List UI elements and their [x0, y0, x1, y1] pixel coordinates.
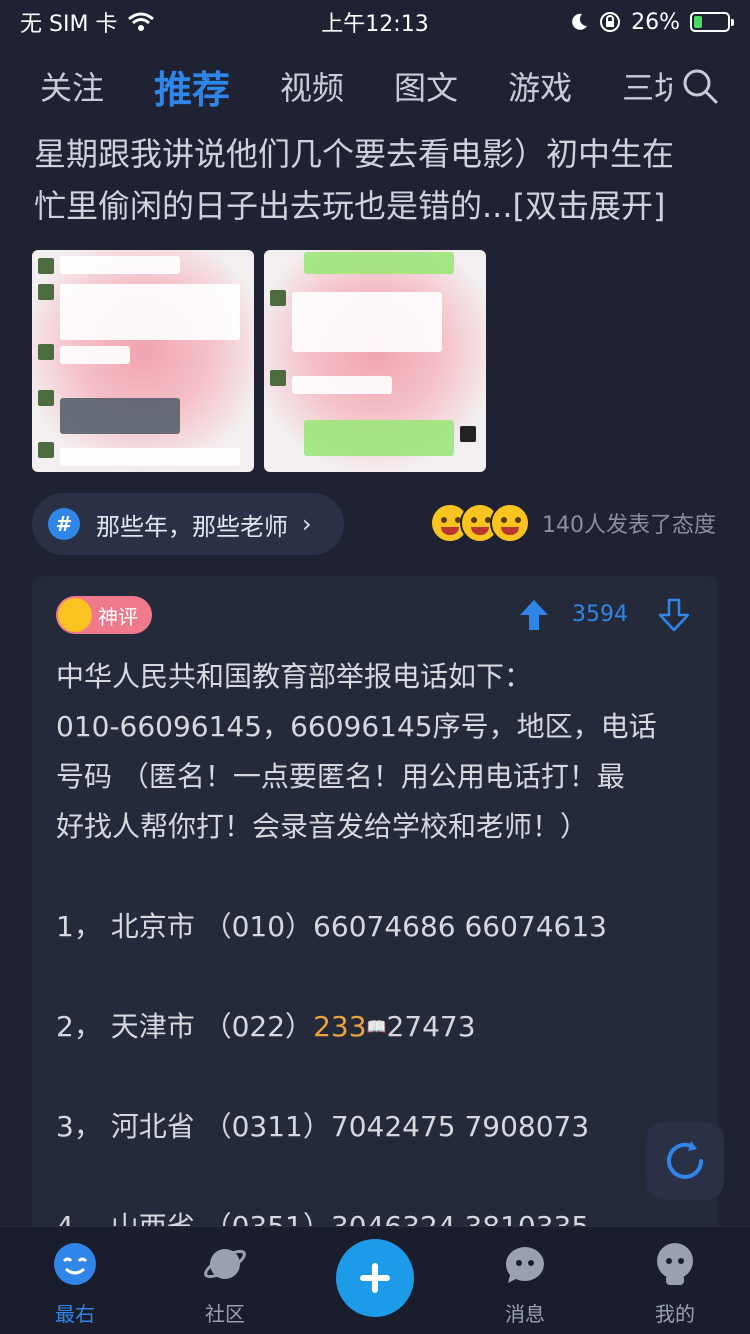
tab-follow[interactable]: 关注: [40, 63, 104, 109]
hashtag-icon: #: [48, 508, 80, 540]
post-image[interactable]: [264, 250, 486, 472]
home-face-icon: [54, 1243, 96, 1285]
orientation-lock-icon: [600, 12, 621, 32]
crazy-emoji-icon: [490, 503, 530, 543]
comment-line: 1， 北京市 （010）66074686 66074613: [56, 910, 607, 943]
wifi-icon: [128, 12, 155, 31]
battery-percent: 26%: [631, 9, 680, 35]
highlighted-number-link[interactable]: 233: [313, 1010, 366, 1043]
tab-games[interactable]: 游戏: [508, 63, 572, 109]
plus-icon: [360, 1263, 390, 1293]
comment-line: [56, 1052, 696, 1102]
tab-sankeng[interactable]: 三坑: [622, 63, 672, 109]
comment-line: 号码 （匿名！一点要匿名！用公用电话打！最: [56, 760, 625, 793]
smiley-icon: [58, 598, 92, 632]
comment-line: [56, 1152, 696, 1202]
status-bar: 无 SIM 卡 上午12:13 26%: [0, 0, 750, 44]
god-comment-badge: 神评: [56, 596, 152, 634]
post-text[interactable]: 星期跟我讲说他们几个要去看电影）初中生在 忙里偷闲的日子出去玩也是错的...[双…: [34, 128, 724, 232]
create-post-button[interactable]: [336, 1239, 414, 1317]
nav-label: 最右: [55, 1302, 95, 1326]
reaction-count: 140人发表了态度: [542, 513, 716, 538]
comment-line: 010-66096145，66096145序号，地区，电话: [56, 710, 657, 743]
nav-item-profile[interactable]: 我的: [625, 1241, 725, 1327]
nav-label: 社区: [205, 1302, 245, 1326]
upvote-arrow-icon[interactable]: [518, 598, 550, 632]
comment-line: [56, 852, 696, 902]
status-right: 26%: [569, 9, 734, 35]
top-tabs: 关注 推荐 视频 图文 游戏 三坑: [0, 50, 750, 122]
comment-line-prefix: 2， 天津市 （022）: [56, 1010, 314, 1043]
comment-body: 中华人民共和国教育部举报电话如下： 010-66096145，66096145序…: [56, 652, 696, 1236]
comment-line: [56, 952, 696, 1002]
nav-label: 消息: [505, 1302, 545, 1326]
carrier-label: 无 SIM 卡: [20, 12, 118, 37]
topic-chip[interactable]: # 那些年，那些老师 ›: [32, 493, 344, 555]
search-icon[interactable]: [680, 66, 720, 106]
tab-image-text[interactable]: 图文: [394, 63, 458, 109]
topic-label: 那些年，那些老师: [96, 512, 288, 541]
tab-video[interactable]: 视频: [280, 63, 344, 109]
planet-icon: [204, 1249, 246, 1279]
moon-icon: [572, 13, 588, 30]
chevron-right-icon: ›: [302, 510, 312, 538]
badge-label: 神评: [98, 604, 138, 629]
battery-icon: [690, 12, 734, 32]
profile-icon: [657, 1243, 693, 1285]
reactions[interactable]: 140人发表了态度: [430, 503, 716, 543]
comment-line-suffix: 27473: [386, 1010, 476, 1043]
post-text-line: 星期跟我讲说他们几个要去看电影）初中生在: [34, 135, 675, 173]
refresh-icon: [667, 1141, 703, 1179]
top-comment-card[interactable]: 神评 3594 中华人民共和国教育部举报电话如下： 010-66096145，6…: [32, 576, 718, 1236]
comment-line: 好找人帮你打！会录音发给学校和老师！）: [56, 810, 589, 843]
chat-bubble-icon: [505, 1247, 544, 1283]
bottom-nav: 最右 社区 消息 我的: [0, 1226, 750, 1334]
nav-item-community[interactable]: 社区: [175, 1241, 275, 1327]
refresh-button[interactable]: [646, 1122, 724, 1200]
tab-recommend[interactable]: 推荐: [154, 59, 230, 114]
nav-item-home[interactable]: 最右: [25, 1241, 125, 1327]
comment-line-tianjin: 2， 天津市 （022）233📖27473: [56, 1002, 696, 1052]
post-images: [32, 250, 486, 472]
book-icon: 📖: [366, 1017, 387, 1036]
downvote-arrow-icon[interactable]: [658, 598, 690, 632]
vote-count: 3594: [572, 602, 628, 627]
comment-line: 3， 河北省 （0311）7042475 7908073: [56, 1110, 590, 1143]
status-left: 无 SIM 卡: [20, 6, 155, 38]
post-text-line: 忙里偷闲的日子出去玩也是错的...[双击展开]: [34, 187, 666, 225]
post-image[interactable]: [32, 250, 254, 472]
nav-label: 我的: [655, 1302, 695, 1326]
comment-line: 中华人民共和国教育部举报电话如下：: [56, 660, 533, 693]
nav-item-messages[interactable]: 消息: [475, 1241, 575, 1327]
